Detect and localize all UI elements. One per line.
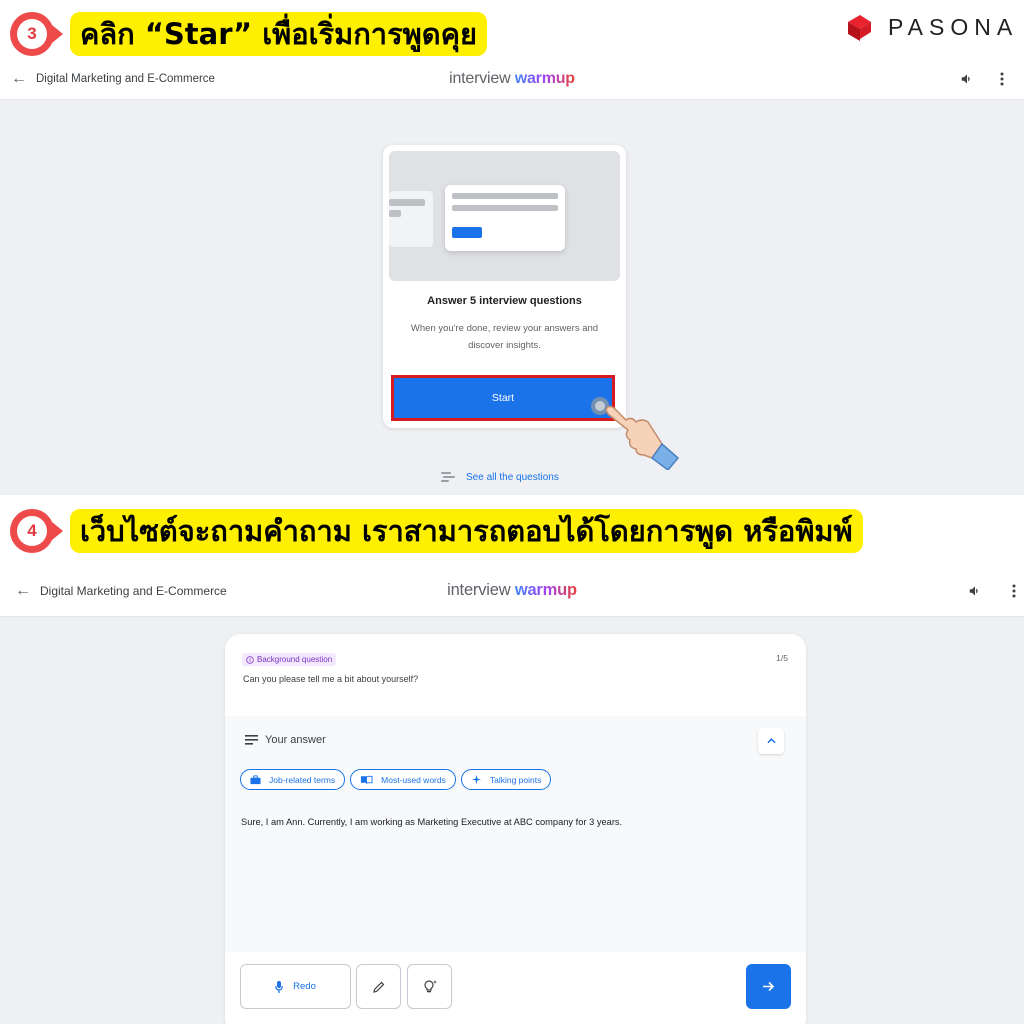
pasona-logo-text: PASONA (888, 13, 1019, 40)
step-number: 3 (17, 19, 47, 49)
pasona-logo-icon (844, 12, 874, 42)
arrow-right-icon (763, 981, 775, 992)
question-card: Background question 1/5 Can you please t… (225, 634, 806, 1024)
app-bar: ← Digital Marketing and E-Commerce inter… (0, 58, 1024, 100)
app-bar-actions (960, 72, 1004, 86)
app-brand: interview warmup (447, 581, 577, 600)
breadcrumb[interactable]: Digital Marketing and E-Commerce (40, 584, 227, 598)
collapse-button[interactable] (758, 728, 784, 754)
answer-action-bar: Redo (225, 952, 806, 1024)
see-all-label: See all the questions (466, 471, 559, 483)
illustration-back-panel (389, 191, 433, 247)
step-4-badge: 4 (10, 509, 63, 553)
app-bar: ← Digital Marketing and E-Commerce inter… (0, 565, 1024, 617)
more-vert-icon[interactable] (1000, 72, 1004, 86)
brand-warmup: warmup (514, 581, 577, 599)
chip-label: Talking points (489, 774, 542, 785)
answer-text[interactable]: Sure, I am Ann. Currently, I am working … (241, 817, 622, 827)
question-type-label: Background question (257, 655, 333, 664)
start-button[interactable]: Start (391, 375, 615, 421)
question-area: Background question 1/5 Can you please t… (225, 634, 806, 716)
notes-icon (245, 735, 258, 745)
pencil-icon (372, 981, 384, 993)
brand-prefix: interview (447, 581, 515, 599)
illustration-button (452, 227, 482, 238)
chip-label: Job-related terms (269, 774, 336, 785)
book-icon (361, 775, 373, 784)
see-all-questions-link[interactable]: See all the questions (440, 471, 559, 483)
more-vert-icon[interactable] (1012, 584, 1016, 598)
intro-description: When you're done, review your answers an… (410, 323, 599, 351)
answer-header: Your answer (245, 734, 326, 746)
answer-area: Your answer Job-related terms Most-used … (225, 716, 806, 952)
illustration-front-panel (445, 185, 565, 251)
intro-title: Answer 5 interview questions (427, 295, 582, 307)
app-brand: interview warmup (449, 70, 575, 88)
back-arrow-icon[interactable]: ← (8, 70, 30, 88)
edit-button[interactable] (356, 964, 401, 1009)
back-arrow-icon[interactable]: ← (12, 582, 34, 600)
hand-pointer-icon (588, 392, 683, 472)
answer-heading: Your answer (265, 734, 326, 746)
question-type-badge: Background question (242, 653, 337, 666)
sparkle-icon (471, 774, 481, 785)
chip-most-used-words[interactable]: Most-used words (350, 769, 456, 790)
chip-label: Most-used words (381, 774, 446, 785)
next-button[interactable] (746, 964, 791, 1009)
step-3-badge: 3 (10, 12, 63, 56)
step-number: 4 (17, 516, 47, 546)
answer-tool-chips: Job-related terms Most-used words Talkin… (240, 769, 552, 790)
lightbulb-icon (423, 979, 437, 992)
question-text: Can you please tell me a bit about yours… (243, 674, 419, 684)
volume-icon[interactable] (968, 584, 982, 598)
chip-job-related-terms[interactable]: Job-related terms (240, 769, 346, 790)
breadcrumb[interactable]: Digital Marketing and E-Commerce (36, 73, 215, 85)
hint-button[interactable] (407, 964, 452, 1009)
chip-talking-points[interactable]: Talking points (460, 769, 552, 790)
microphone-icon (275, 980, 283, 993)
redo-label: Redo (293, 981, 316, 992)
volume-icon[interactable] (960, 72, 974, 86)
pasona-logo: PASONA (844, 12, 1018, 42)
brand-warmup: warmup (514, 69, 575, 87)
step-4-instruction: เว็บไซต์จะถามคำถาม เราสามารถตอบได้โดยการ… (70, 509, 863, 553)
question-progress: 1/5 (776, 653, 788, 663)
intro-illustration (389, 151, 620, 281)
chevron-up-icon (766, 738, 776, 744)
app-bar-actions (968, 584, 1016, 598)
list-icon (441, 472, 455, 482)
briefcase-icon (250, 774, 261, 784)
brand-prefix: interview (449, 69, 515, 87)
step-3-instruction: คลิก “Star” เพื่อเริ่มการพูดคุย (70, 12, 488, 56)
info-icon (246, 655, 254, 664)
redo-button[interactable]: Redo (240, 964, 351, 1009)
